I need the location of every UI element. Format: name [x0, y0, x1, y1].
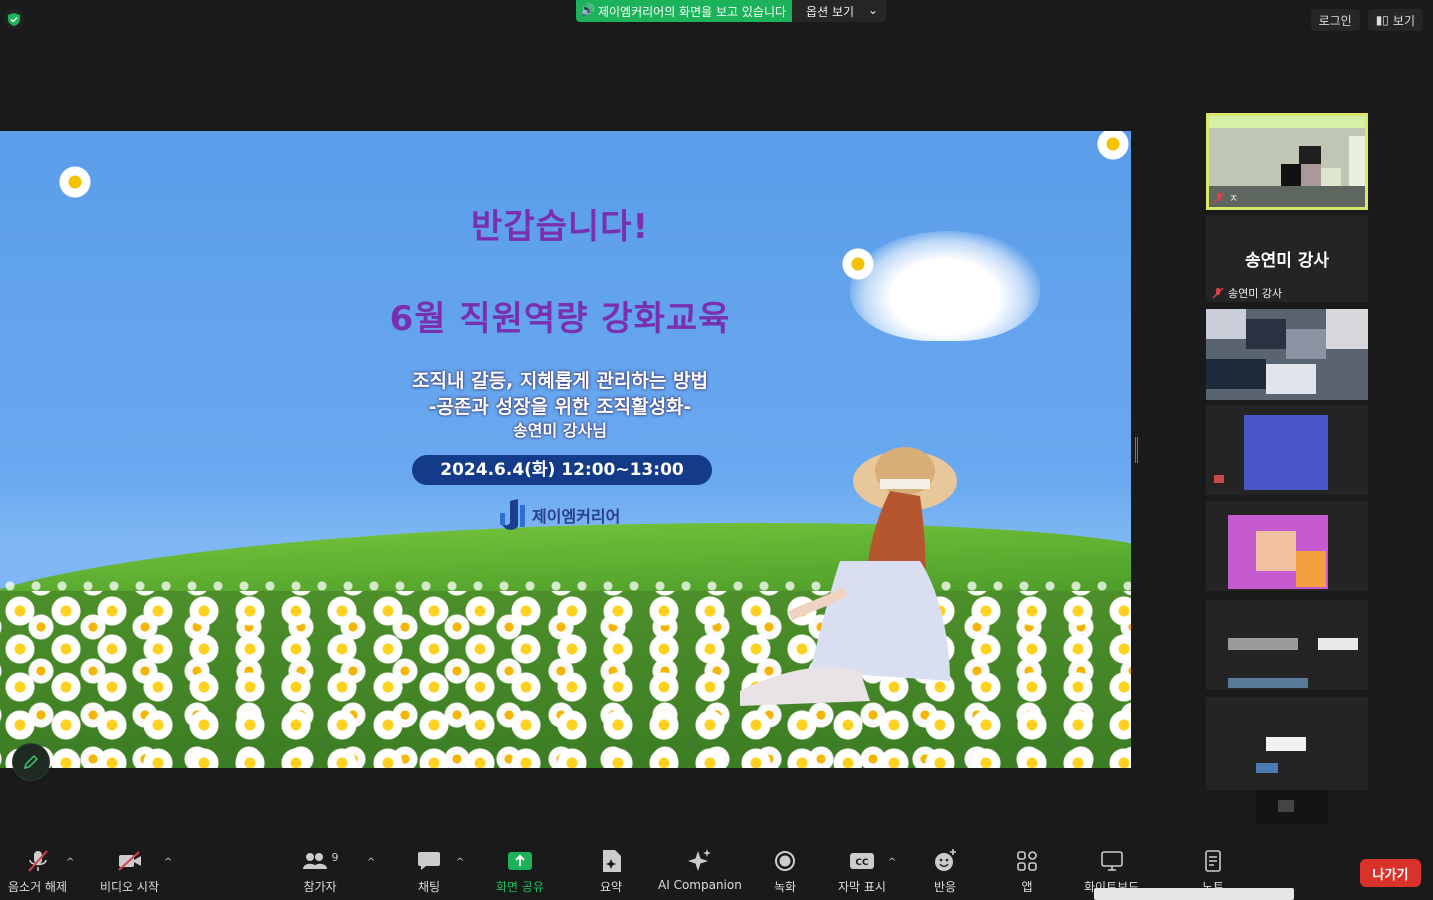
view-options-button[interactable]: 옵션 보기 ⌄ [792, 0, 887, 22]
record-icon [772, 848, 798, 874]
participants-icon: 9 [300, 848, 340, 874]
video-options-caret[interactable]: ^ [164, 857, 172, 868]
speaker-label-text: 송연미 강사 [1228, 287, 1283, 300]
daisy-icon [58, 165, 92, 199]
participants-count: 9 [331, 850, 339, 864]
notes-icon [1200, 848, 1226, 874]
self-label: ㅈ [1213, 190, 1238, 205]
speaker-label: 송연미 강사 [1212, 285, 1282, 301]
daisy-icon [841, 247, 875, 281]
share-status: 🔊 제이엠커리어의 화면을 보고 있습니다 [576, 0, 793, 22]
screen-share-banner: 🔊 제이엠커리어의 화면을 보고 있습니다 옵션 보기 ⌄ [576, 0, 887, 22]
top-right-controls: 로그인 ▮▯ 보기 [1310, 9, 1423, 31]
pen-icon [23, 754, 39, 770]
view-options-label: 옵션 보기 [806, 5, 855, 19]
slide-subtitle-1: 조직내 갈등, 지혜롭게 관리하는 방법 [412, 370, 708, 392]
gallery-view-icon: ▮▯ [1375, 13, 1389, 27]
ai-companion-button[interactable]: AI Companion [658, 848, 742, 892]
zoom-meeting-window: 🔊 제이엠커리어의 화면을 보고 있습니다 옵션 보기 ⌄ 로그인 ▮▯ 보기 [0, 0, 1433, 900]
captions-button[interactable]: CC 자막 표시 [838, 848, 886, 895]
view-label: 보기 [1392, 13, 1415, 28]
leave-button[interactable]: 나가기 [1360, 859, 1421, 887]
ai-companion-label: AI Companion [658, 878, 742, 892]
jm-logo-icon [500, 499, 525, 530]
participant-tile-5[interactable] [1206, 501, 1368, 591]
self-initial: ㅈ [1229, 194, 1239, 205]
apps-button[interactable]: 앱 [1014, 848, 1040, 895]
speaker-icon: 🔊 [580, 3, 595, 17]
view-button[interactable]: ▮▯ 보기 [1367, 9, 1423, 31]
chat-button[interactable]: 채팅 [416, 848, 442, 895]
mic-muted-icon [25, 848, 51, 874]
slide-greeting: 반갑습니다! [471, 207, 649, 247]
chat-label: 채팅 [417, 880, 441, 894]
mic-muted-icon [1213, 191, 1225, 204]
start-video-label: 비디오 시작 [100, 880, 160, 894]
record-label: 녹화 [773, 880, 797, 894]
smile-plus-icon [932, 848, 958, 874]
slide-title: 6월 직원역량 강화교육 [389, 299, 731, 339]
girl-in-hat-image [740, 447, 957, 706]
daisy-icon [1096, 131, 1130, 161]
participant-tile-3[interactable] [1206, 309, 1368, 400]
participant-tile-self[interactable]: ㅈ [1206, 113, 1368, 210]
share-screen-button[interactable]: 화면 공유 [496, 848, 544, 895]
video-off-icon [117, 848, 143, 874]
svg-text:CC: CC [855, 858, 869, 868]
cc-icon: CC [849, 848, 875, 874]
speaker-name: 송연미 강사 [1244, 251, 1330, 271]
participants-button[interactable]: 9 참가자 [300, 848, 340, 895]
apps-label: 앱 [1021, 880, 1033, 894]
company-logo: 제이엠커리어 [498, 499, 620, 531]
captions-options-caret[interactable]: ^ [888, 857, 896, 868]
summary-button[interactable]: 요약 [598, 848, 624, 895]
unmute-button[interactable]: 음소거 해제 [8, 848, 67, 895]
share-status-text: 제이엠커리어의 화면을 보고 있습니다 [597, 5, 787, 19]
horizontal-scrollbar[interactable] [1094, 888, 1294, 900]
participant-tile-7[interactable] [1206, 697, 1368, 790]
slide-date: 2024.6.4(화) 12:00~13:00 [412, 455, 712, 485]
mic-muted-icon [1212, 287, 1224, 299]
participant-tile-4[interactable] [1206, 405, 1368, 495]
chevron-down-icon: ⌄ [868, 3, 879, 17]
participant-tile-8[interactable] [1256, 790, 1328, 824]
summary-label: 요약 [599, 880, 623, 894]
captions-label: 자막 표시 [838, 880, 886, 894]
participants-label: 참가자 [303, 880, 337, 894]
whiteboard-icon [1099, 848, 1125, 874]
audio-options-caret[interactable]: ^ [66, 857, 74, 868]
shared-screen-slide: 반갑습니다! 6월 직원역량 강화교육 조직내 갈등, 지혜롭게 관리하는 방법… [0, 131, 1131, 768]
sparkle-icon [687, 848, 713, 874]
chat-icon [416, 848, 442, 874]
unmute-label: 음소거 해제 [8, 880, 68, 894]
reactions-button[interactable]: 반응 [932, 848, 958, 895]
chat-options-caret[interactable]: ^ [456, 857, 464, 868]
slide-subtitle-2: -공존과 성장을 위한 조직활성화- [428, 396, 692, 418]
logo-text: 제이엠커리어 [532, 507, 621, 526]
apps-icon [1014, 848, 1040, 874]
reactions-label: 반응 [933, 880, 957, 894]
participants-options-caret[interactable]: ^ [367, 857, 375, 868]
login-label: 로그인 [1318, 13, 1352, 28]
login-button[interactable]: 로그인 [1310, 9, 1360, 31]
record-button[interactable]: 녹화 [772, 848, 798, 895]
participant-tile-6[interactable] [1206, 600, 1368, 690]
security-shield-icon[interactable] [4, 9, 24, 29]
share-screen-label: 화면 공유 [496, 880, 544, 894]
start-video-button[interactable]: 비디오 시작 [100, 848, 159, 895]
summary-icon [598, 848, 624, 874]
share-screen-icon [507, 848, 533, 874]
annotate-pen-button[interactable] [12, 743, 50, 781]
slide-instructor: 송연미 강사님 [513, 421, 607, 440]
panel-resize-handle[interactable] [1135, 437, 1138, 463]
